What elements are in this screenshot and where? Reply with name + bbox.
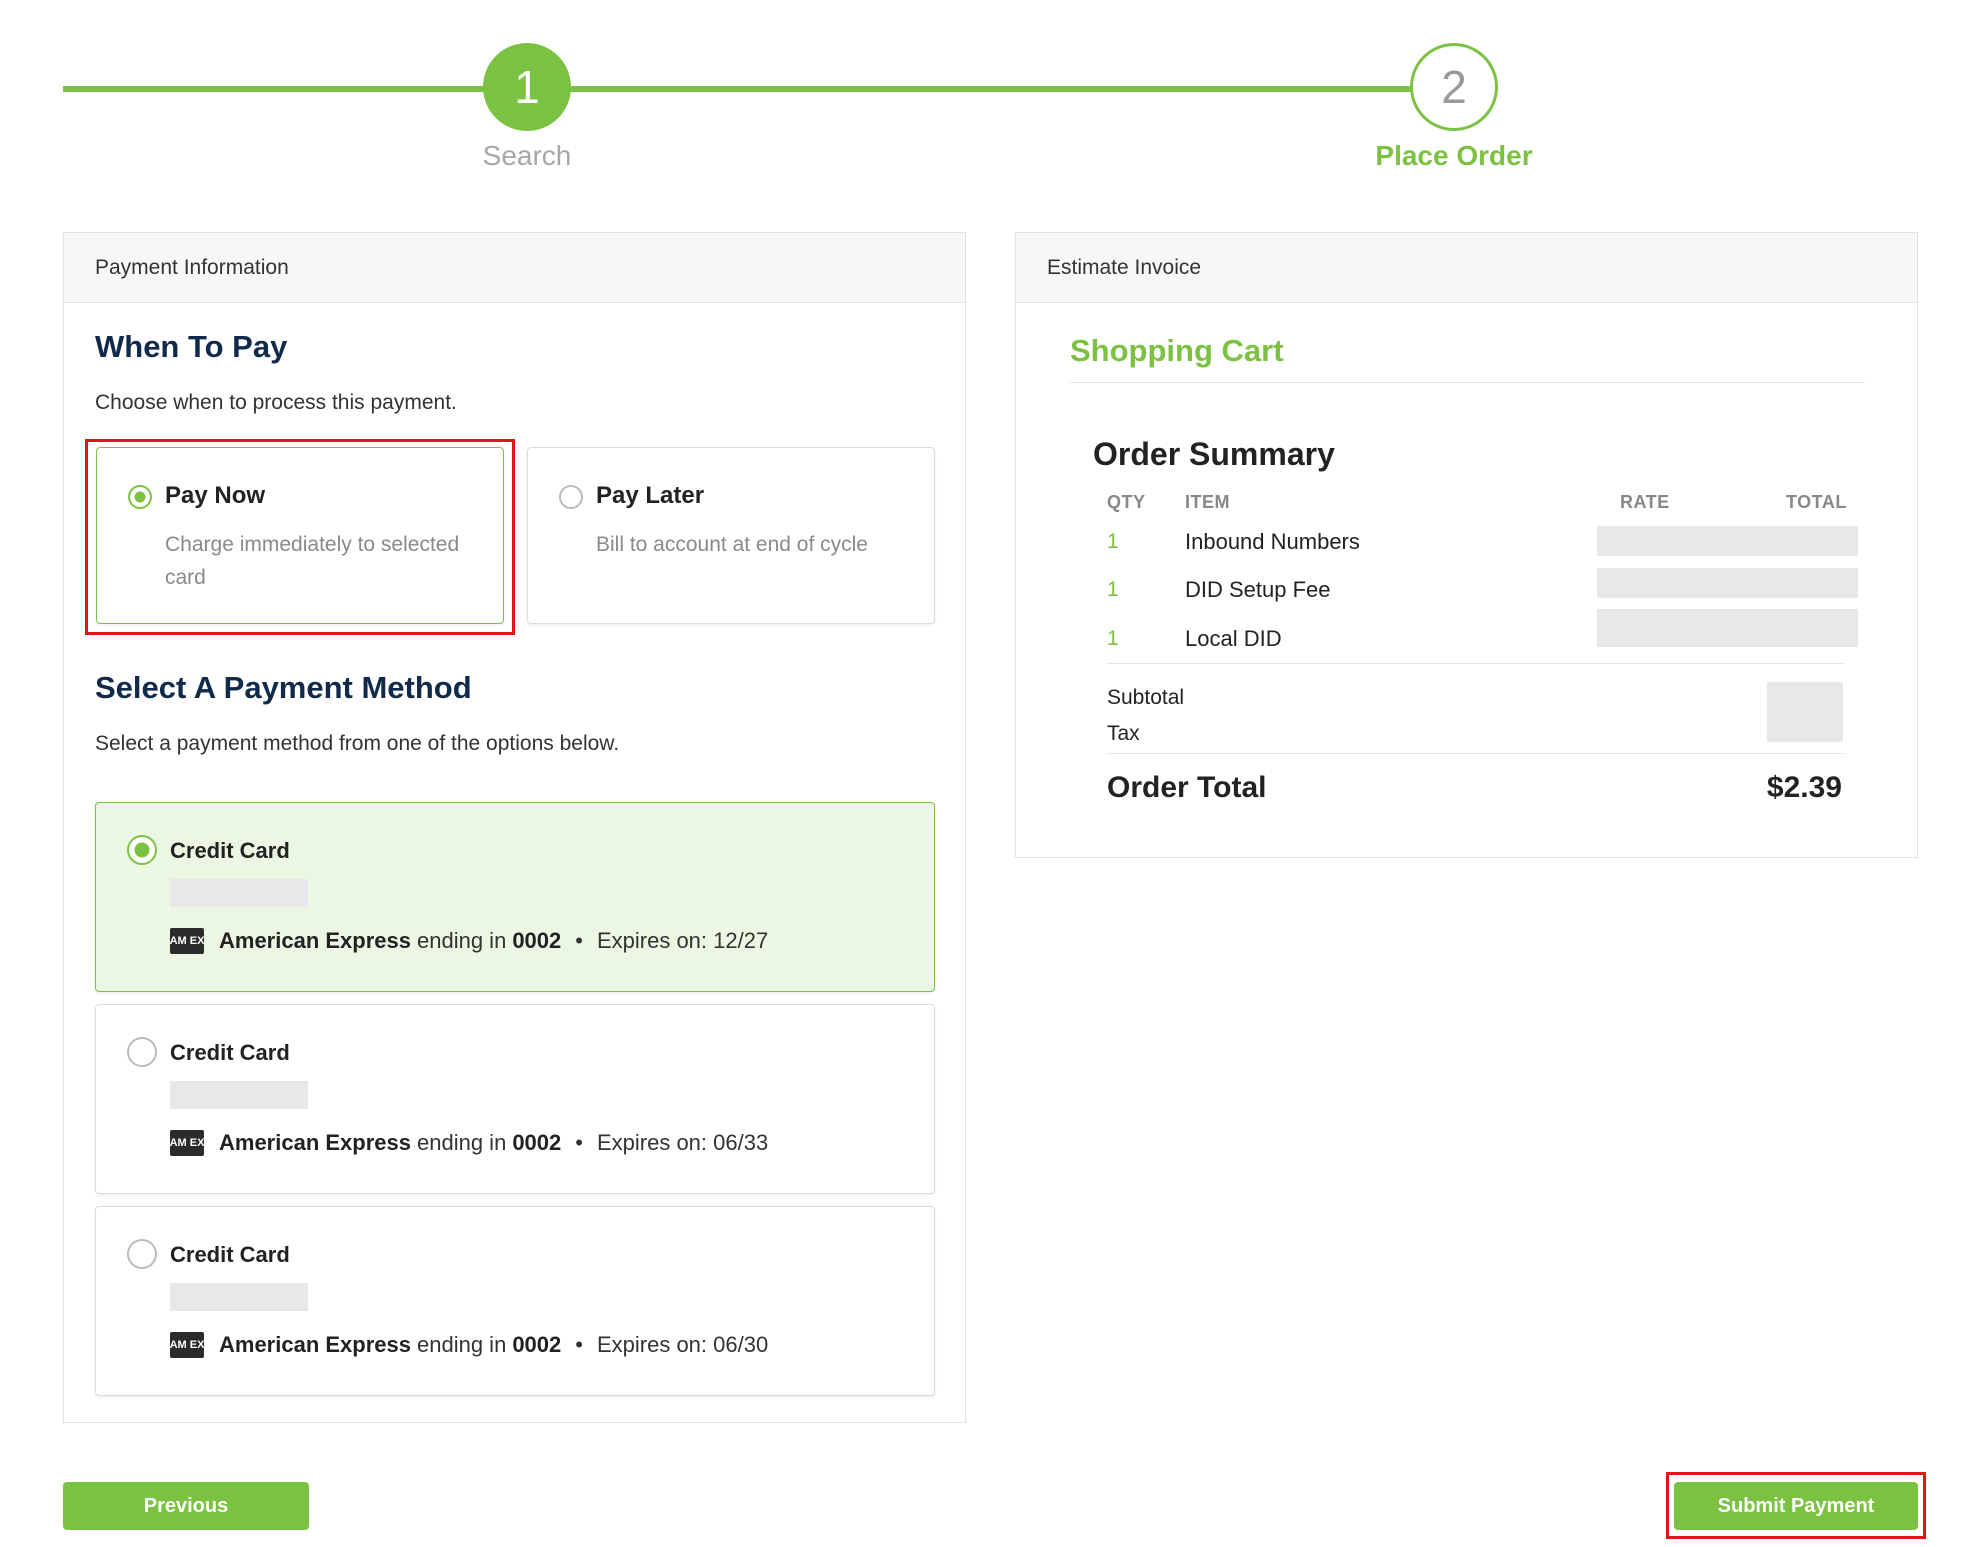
order-row-1-qty: 1	[1107, 530, 1119, 553]
payment-method-description: Select a payment method from one of the …	[95, 732, 620, 755]
separator-dot: •	[575, 1130, 583, 1155]
payment-method-title: Select A Payment Method	[95, 670, 472, 705]
order-row-2-item: DID Setup Fee	[1185, 577, 1331, 602]
card-ending-text: ending in	[417, 928, 507, 953]
column-qty: QTY	[1107, 492, 1146, 512]
column-item: ITEM	[1185, 492, 1230, 512]
invoice-panel-header: Estimate Invoice	[1016, 233, 1917, 303]
card-last4: 0002	[512, 1332, 562, 1357]
payment-method-card-1[interactable]: Credit Card AM EX American Express endin…	[95, 802, 935, 992]
summary-divider	[1107, 663, 1843, 664]
stepper-progress-line	[63, 86, 1413, 92]
order-row-2-amounts-redacted	[1597, 568, 1858, 598]
card-expiry: Expires on: 06/33	[596, 1130, 769, 1155]
payment-method-card-3[interactable]: Credit Card AM EX American Express endin…	[95, 1206, 935, 1396]
order-total-value: $2.39	[1766, 771, 1842, 804]
step-2-circle: 2	[1410, 43, 1498, 131]
when-to-pay-description: Choose when to process this payment.	[95, 391, 457, 414]
pay-later-title: Pay Later	[596, 482, 705, 509]
order-row-1-amounts-redacted	[1597, 526, 1858, 556]
payment-method-radio-2[interactable]	[127, 1037, 157, 1067]
payment-method-title-1: Credit Card	[170, 838, 290, 863]
step-1-label: Search	[482, 140, 572, 171]
card-ending-text: ending in	[417, 1130, 507, 1155]
amex-card-icon: AM EX	[170, 1332, 204, 1358]
separator-dot: •	[575, 1332, 583, 1357]
order-row-3-amounts-redacted	[1597, 609, 1858, 647]
cart-divider	[1070, 382, 1865, 383]
amex-card-icon: AM EX	[170, 928, 204, 954]
order-row-3-item: Local DID	[1185, 626, 1282, 651]
card-name-redacted	[170, 1081, 308, 1109]
tax-label: Tax	[1107, 722, 1140, 745]
previous-button[interactable]: Previous	[63, 1482, 309, 1530]
separator-dot: •	[575, 928, 583, 953]
subtotal-label: Subtotal	[1107, 686, 1185, 709]
card-expiry: Expires on: 06/30	[596, 1332, 769, 1357]
estimate-invoice-panel: Estimate Invoice Shopping Cart Order Sum…	[1015, 232, 1918, 858]
column-rate: RATE	[1620, 492, 1670, 512]
payment-method-card-2[interactable]: Credit Card AM EX American Express endin…	[95, 1004, 935, 1194]
order-total-label: Order Total	[1107, 771, 1267, 804]
card-name-redacted	[170, 879, 308, 907]
card-name-redacted	[170, 1283, 308, 1311]
pay-later-radio[interactable]	[559, 485, 583, 509]
card-brand: American Express	[219, 1332, 411, 1357]
pay-now-option[interactable]: Pay Now Charge immediately to selected c…	[96, 447, 504, 624]
order-row-3-qty: 1	[1107, 627, 1119, 650]
when-to-pay-title: When To Pay	[95, 329, 288, 364]
card-last4: 0002	[512, 1130, 562, 1155]
card-brand: American Express	[219, 1130, 411, 1155]
payment-information-panel: Payment Information When To Pay Choose w…	[63, 232, 966, 1423]
pay-now-radio[interactable]	[128, 485, 152, 509]
payment-panel-header: Payment Information	[64, 233, 965, 303]
card-details-3: AM EX American Express ending in 0002 • …	[170, 1332, 768, 1358]
payment-method-radio-1[interactable]	[127, 835, 157, 865]
total-divider	[1107, 753, 1843, 754]
payment-method-title-3: Credit Card	[170, 1242, 290, 1267]
pay-later-option[interactable]: Pay Later Bill to account at end of cycl…	[527, 447, 935, 624]
step-1-circle: 1	[483, 43, 571, 131]
column-total: TOTAL	[1786, 492, 1847, 512]
order-summary-title: Order Summary	[1093, 436, 1335, 472]
step-2-label: Place Order	[1375, 140, 1533, 171]
amex-card-icon: AM EX	[170, 1130, 204, 1156]
subtotal-tax-redacted	[1767, 682, 1843, 742]
order-row-2-qty: 1	[1107, 578, 1119, 601]
submit-payment-button[interactable]: Submit Payment	[1674, 1482, 1918, 1530]
card-details-2: AM EX American Express ending in 0002 • …	[170, 1130, 768, 1156]
card-expiry: Expires on: 12/27	[596, 928, 769, 953]
pay-now-title: Pay Now	[165, 482, 266, 509]
card-details-1: AM EX American Express ending in 0002 • …	[170, 928, 768, 954]
shopping-cart-title: Shopping Cart	[1070, 333, 1284, 368]
card-brand: American Express	[219, 928, 411, 953]
pay-now-description: Charge immediately to selected card	[165, 533, 460, 589]
card-ending-text: ending in	[417, 1332, 507, 1357]
payment-method-title-2: Credit Card	[170, 1040, 290, 1065]
card-last4: 0002	[512, 928, 562, 953]
pay-later-description: Bill to account at end of cycle	[596, 533, 868, 556]
payment-method-radio-3[interactable]	[127, 1239, 157, 1269]
order-row-1-item: Inbound Numbers	[1185, 529, 1360, 554]
